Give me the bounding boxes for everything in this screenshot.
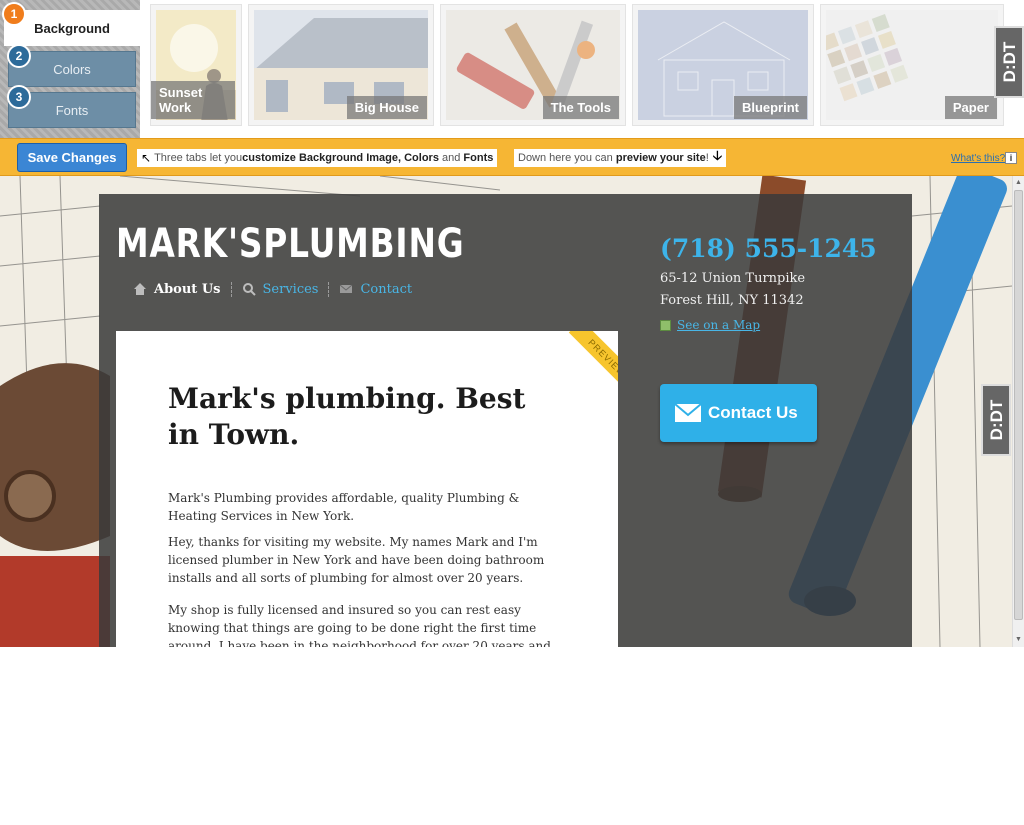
step-badge: 2	[7, 44, 31, 68]
thumbnail-label: The Tools	[542, 96, 619, 119]
tab-fonts[interactable]: 3 Fonts	[7, 85, 136, 128]
address-line-2: Forest Hill, NY 11342	[660, 293, 804, 308]
background-option-big-house[interactable]: Big House	[248, 4, 434, 126]
paragraph: My shop is fully licensed and insured so…	[168, 603, 551, 647]
nav-item-about-us[interactable]: About Us	[123, 282, 231, 297]
see-on-map-link[interactable]: See on a Map	[660, 318, 760, 332]
hint-text: and	[438, 152, 464, 164]
scroll-thumb[interactable]	[1014, 190, 1023, 620]
map-link-label: See on a Map	[677, 318, 761, 332]
tab-colors[interactable]: 2 Colors	[7, 44, 136, 87]
background-option-blueprint[interactable]: Blueprint	[632, 4, 814, 126]
hint-bold: preview your site	[615, 152, 706, 164]
ddt-badge[interactable]: D:DT	[981, 384, 1011, 456]
customize-tabs: 1 Background 2 Colors 3 Fonts	[0, 0, 140, 138]
map-icon	[660, 319, 671, 331]
search-icon	[242, 283, 256, 296]
info-icon[interactable]: i	[1005, 152, 1017, 164]
site-container: MARK'SPLUMBING About Us Services Contact…	[99, 194, 912, 647]
contact-button-label: Contact Us	[708, 403, 798, 422]
save-changes-button[interactable]: Save Changes	[17, 143, 127, 172]
envelope-icon	[674, 403, 702, 422]
step-badge: 3	[7, 85, 31, 109]
tab-background[interactable]: 1 Background	[2, 2, 140, 46]
nav-item-services[interactable]: Services	[230, 281, 329, 297]
toolbar: Save Changes ↖ Three tabs let you custom…	[0, 138, 1024, 176]
arrow-down-icon: 🡣	[712, 148, 723, 163]
nav-label: About Us	[154, 281, 221, 297]
background-option-the-tools[interactable]: The Tools	[440, 4, 626, 126]
home-icon	[134, 283, 146, 295]
contact-us-button[interactable]: Contact Us	[660, 384, 817, 442]
background-option-sunset-work[interactable]: Sunset Work	[150, 4, 242, 126]
thumbnail-label: Paper	[944, 96, 997, 119]
page-headline: Mark's plumbing. Best in Town.	[168, 382, 526, 451]
scroll-down-arrow-icon[interactable]: ▼	[1014, 635, 1023, 645]
hint-bold: customize Background Image, Colors	[242, 152, 439, 164]
paragraph: Hey, thanks for visiting my website. My …	[168, 535, 545, 585]
paragraph: Mark's Plumbing provides affordable, qua…	[168, 491, 520, 523]
site-nav: About Us Services Contact	[123, 276, 422, 302]
phone-number[interactable]: (718) 555-1245	[660, 234, 877, 263]
preview-ribbon: PREVIEW	[556, 331, 618, 393]
background-option-paper[interactable]: Paper	[820, 4, 1004, 126]
tab-label: Background	[34, 20, 110, 36]
hint-text: Three tabs let you	[154, 152, 243, 164]
scroll-up-arrow-icon[interactable]: ▲	[1014, 178, 1023, 188]
step-badge: 1	[2, 2, 26, 26]
hint-bold: Fonts	[463, 152, 494, 164]
site-logo[interactable]: MARK'SPLUMBING	[116, 221, 464, 267]
mail-icon	[340, 284, 353, 293]
ddt-badge-text: D:DT	[1000, 41, 1019, 83]
address-line-1: 65-12 Union Turnpike	[660, 271, 806, 286]
nav-item-contact[interactable]: Contact	[328, 281, 422, 297]
ddt-badge-text: D:DT	[987, 399, 1006, 441]
nav-label: Contact	[360, 281, 413, 297]
ribbon-text: PREVIEW	[568, 331, 618, 393]
site-preview: MARK'SPLUMBING About Us Services Contact…	[0, 176, 1012, 647]
whats-this-link[interactable]: What's this?	[951, 153, 1005, 164]
tab-label: Colors	[53, 61, 91, 77]
tabs-hint: ↖ Three tabs let you customize Backgroun…	[137, 149, 498, 167]
preview-hint: Down here you can preview your site ! 🡣	[514, 148, 727, 167]
preview-scrollbar[interactable]: ▲ ▼	[1012, 176, 1024, 647]
logo-text: MARK'SPLUMBING	[116, 221, 465, 267]
nav-label: Services	[262, 281, 319, 297]
pipe-wrench-image	[0, 363, 110, 647]
tab-label: Fonts	[55, 102, 89, 118]
arrow-up-left-icon: ↖	[141, 151, 152, 165]
ddt-badge[interactable]: D:DT	[994, 26, 1024, 98]
hint-text: !	[705, 152, 709, 164]
thumbnail-label: Big House	[346, 96, 427, 119]
hint-text: Down here you can	[518, 152, 616, 164]
thumbnail-label: Blueprint	[733, 96, 807, 119]
theme-picker: 1 Background 2 Colors 3 Fonts Sunset Wor…	[0, 0, 1024, 138]
content-panel: PREVIEW Mark's plumbing. Best in Town. M…	[116, 331, 618, 647]
thumbnail-label: Sunset Work	[151, 81, 235, 119]
